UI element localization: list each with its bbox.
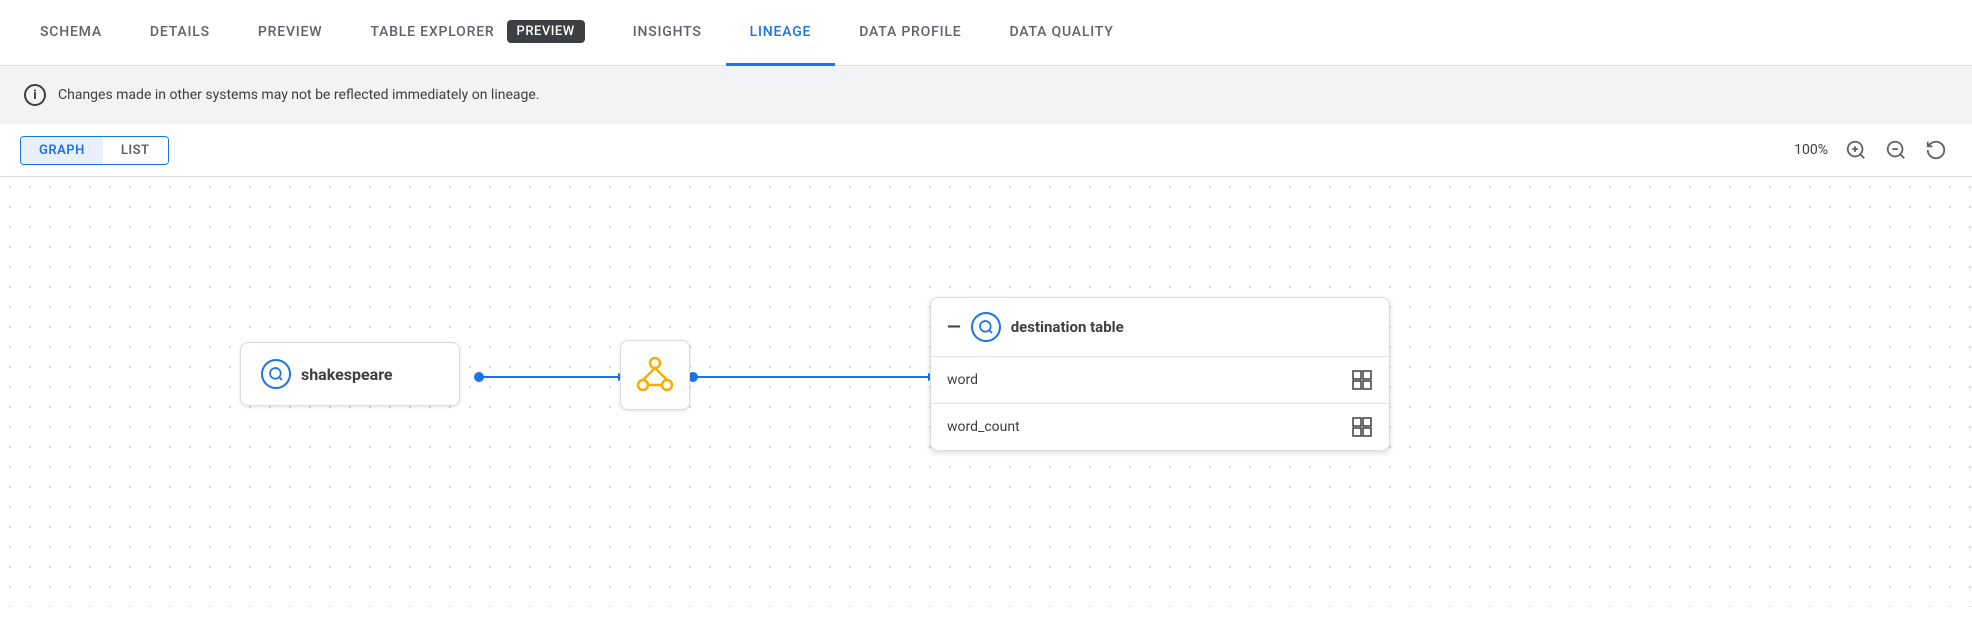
destination-field-word-count: word_count xyxy=(947,419,1020,435)
source-node-label: shakespeare xyxy=(301,365,393,384)
tab-bar: SCHEMA DETAILS PREVIEW TABLE EXPLORER PR… xyxy=(0,0,1972,66)
tab-data-profile[interactable]: DATA PROFILE xyxy=(835,0,985,66)
graph-toggle-button[interactable]: GRAPH xyxy=(21,137,103,164)
zoom-controls: 100% xyxy=(1794,134,1952,166)
list-toggle-button[interactable]: LIST xyxy=(103,137,168,164)
transform-node[interactable] xyxy=(620,340,690,410)
tab-details[interactable]: DETAILS xyxy=(126,0,234,66)
destination-field-word: word xyxy=(947,372,978,388)
view-toggle-group: GRAPH LIST xyxy=(20,136,169,165)
tab-lineage[interactable]: LINEAGE xyxy=(726,0,836,66)
source-node[interactable]: shakespeare xyxy=(240,342,460,406)
destination-row-word[interactable]: word xyxy=(931,357,1389,404)
destination-node-title: destination table xyxy=(1011,318,1124,336)
lineage-canvas[interactable]: shakespeare — destination table wo xyxy=(0,177,1972,607)
info-banner: i Changes made in other systems may not … xyxy=(0,66,1972,124)
destination-field-word-icon xyxy=(1351,369,1373,391)
tab-table-explorer-label: TABLE EXPLORER xyxy=(346,0,506,65)
zoom-in-button[interactable] xyxy=(1840,134,1872,166)
tab-table-explorer-badge: PREVIEW xyxy=(507,20,585,43)
source-node-icon xyxy=(261,359,291,389)
destination-node-header: — destination table xyxy=(931,298,1389,357)
zoom-reset-button[interactable] xyxy=(1920,134,1952,166)
tab-table-explorer[interactable]: TABLE EXPLORER PREVIEW xyxy=(346,0,608,66)
zoom-out-button[interactable] xyxy=(1880,134,1912,166)
view-toolbar: GRAPH LIST 100% xyxy=(0,124,1972,177)
destination-node[interactable]: — destination table word word_count xyxy=(930,297,1390,451)
tab-data-quality[interactable]: DATA QUALITY xyxy=(985,0,1137,66)
destination-dash: — xyxy=(947,317,961,338)
info-icon: i xyxy=(24,84,46,106)
destination-row-word-count[interactable]: word_count xyxy=(931,404,1389,450)
tab-insights[interactable]: INSIGHTS xyxy=(609,0,726,66)
tab-preview[interactable]: PREVIEW xyxy=(234,0,347,66)
zoom-level-display: 100% xyxy=(1794,142,1828,158)
destination-node-icon xyxy=(971,312,1001,342)
connector-dot-source xyxy=(474,372,484,382)
destination-field-word-count-icon xyxy=(1351,416,1373,438)
tab-schema[interactable]: SCHEMA xyxy=(16,0,126,66)
info-message: Changes made in other systems may not be… xyxy=(58,87,540,103)
transform-icon xyxy=(635,355,675,395)
